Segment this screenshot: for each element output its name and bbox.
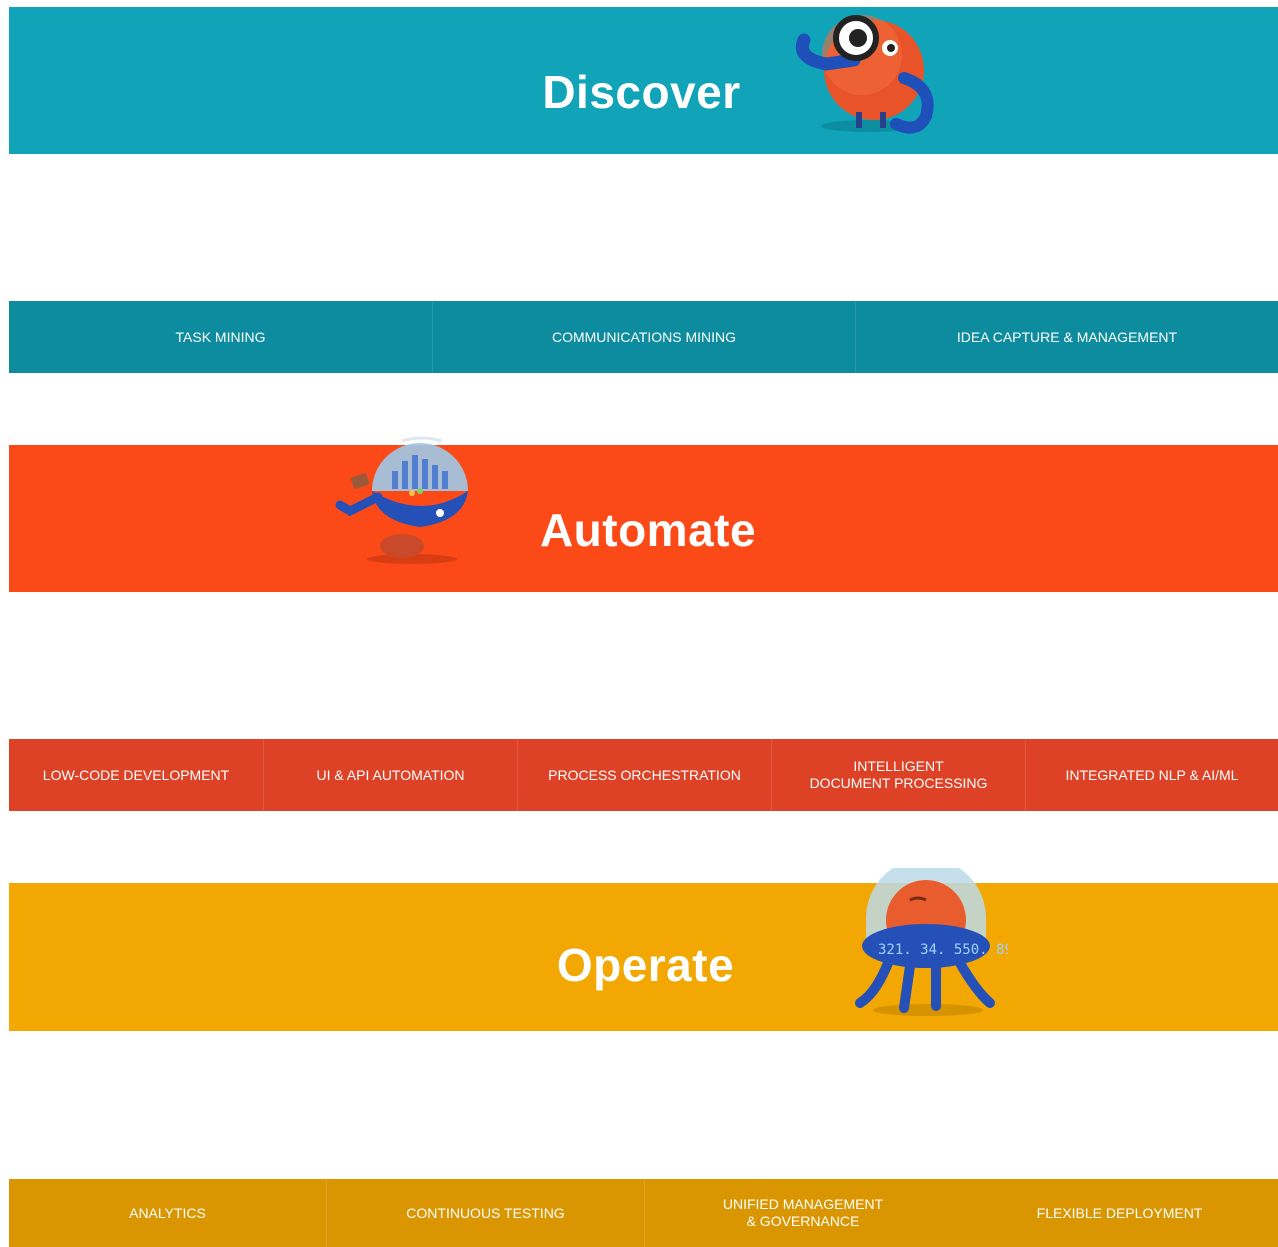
- capability-task-mining[interactable]: TASK MINING: [9, 301, 432, 373]
- capability-continuous-testing[interactable]: CONTINUOUS TESTING: [326, 1179, 644, 1247]
- capability-idea-capture[interactable]: IDEA CAPTURE & MANAGEMENT: [855, 301, 1278, 373]
- capability-unified-management-governance[interactable]: UNIFIED MANAGEMENT & GOVERNANCE: [644, 1179, 961, 1247]
- capability-integrated-nlp-ai-ml[interactable]: INTEGRATED NLP & AI/ML: [1025, 739, 1278, 811]
- operate-title: Operate: [556, 939, 735, 991]
- automate-capabilities: LOW-CODE DEVELOPMENT UI & API AUTOMATION…: [9, 739, 1278, 811]
- capability-communications-mining[interactable]: COMMUNICATIONS MINING: [432, 301, 855, 373]
- discover-capabilities: TASK MINING COMMUNICATIONS MINING IDEA C…: [9, 301, 1278, 373]
- operate-capabilities: ANALYTICS CONTINUOUS TESTING UNIFIED MAN…: [9, 1179, 1278, 1247]
- discover-banner: Discover: [9, 7, 1278, 154]
- operate-banner: Operate 321. 34. 550. 89: [9, 868, 1278, 1031]
- capability-low-code-development[interactable]: LOW-CODE DEVELOPMENT: [9, 739, 263, 811]
- automate-title: Automate: [539, 504, 757, 556]
- ticker-robot-icon: 321. 34. 550. 89: [855, 868, 1008, 1016]
- capability-analytics[interactable]: ANALYTICS: [9, 1179, 326, 1247]
- svg-text:321. 34. 550. 89: 321. 34. 550. 89: [878, 942, 1008, 958]
- discover-title: Discover: [542, 66, 741, 118]
- capability-process-orchestration[interactable]: PROCESS ORCHESTRATION: [517, 739, 771, 811]
- automate-banner: Automate: [9, 436, 1278, 592]
- magnifier-robot-icon: [795, 15, 934, 134]
- capability-flexible-deployment[interactable]: FLEXIBLE DEPLOYMENT: [961, 1179, 1278, 1247]
- capability-intelligent-document-processing[interactable]: INTELLIGENT DOCUMENT PROCESSING: [771, 739, 1025, 811]
- dome-robot-icon: [335, 436, 468, 564]
- capability-ui-api-automation[interactable]: UI & API AUTOMATION: [263, 739, 517, 811]
